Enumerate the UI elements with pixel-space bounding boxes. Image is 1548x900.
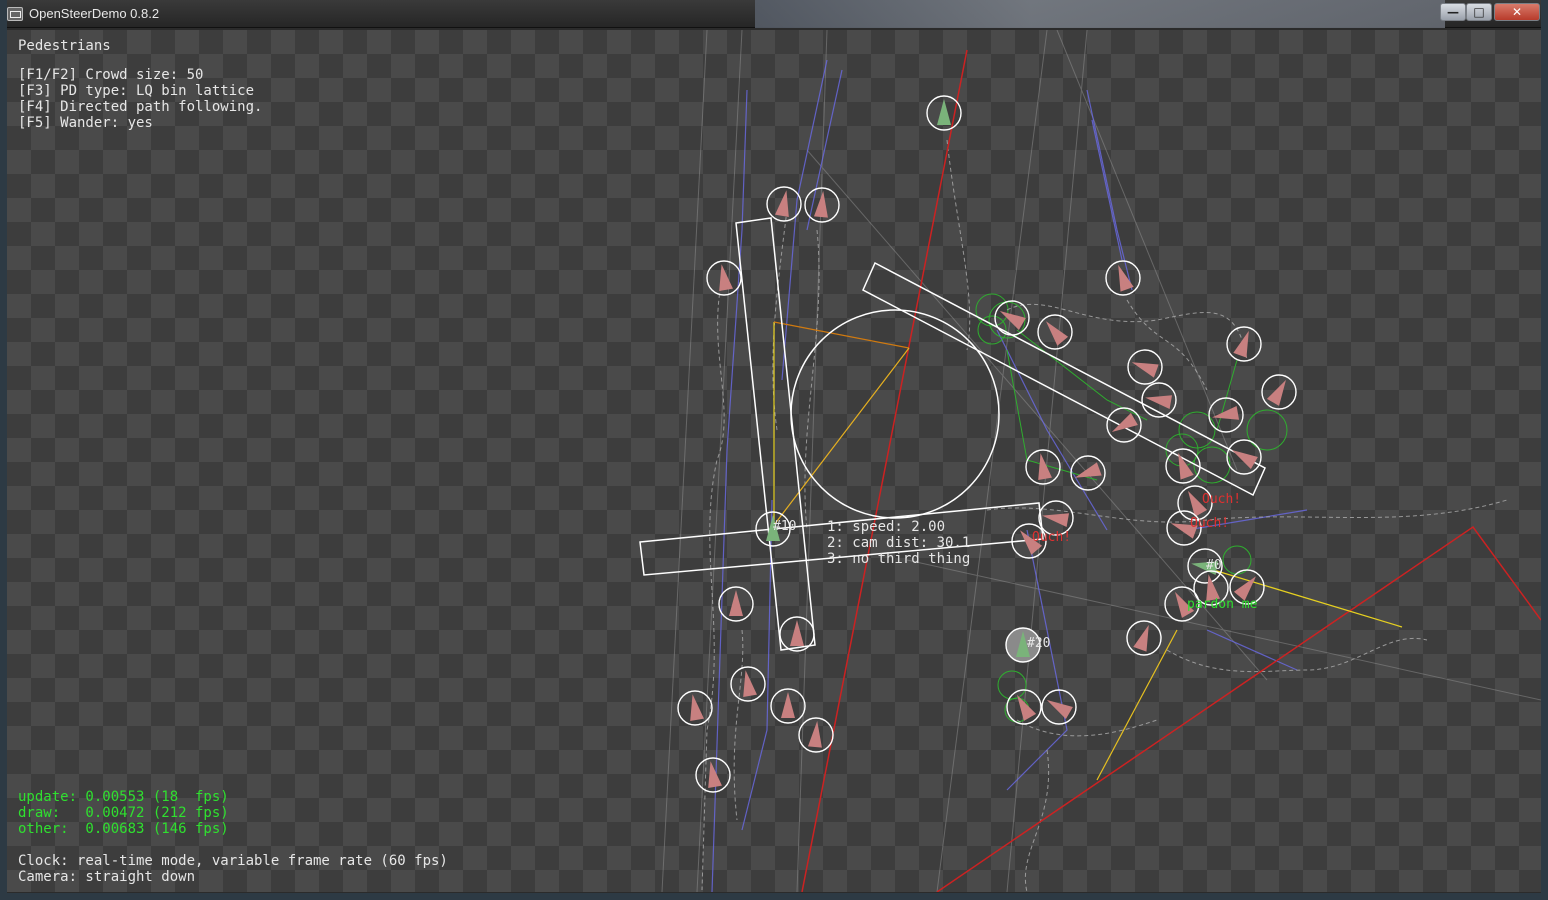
red-lines (801, 49, 1541, 892)
pedestrian-agent[interactable] (706, 260, 742, 296)
pedestrian-agent[interactable] (770, 688, 806, 724)
agent-triangle (1178, 452, 1194, 480)
app-icon (7, 7, 23, 21)
agents (677, 95, 1297, 793)
timing-other: other: 0.00683 (146 fps) (18, 821, 229, 837)
agent-triangle (813, 191, 828, 218)
agent-triangle (1231, 450, 1258, 470)
agent-triangle (775, 190, 789, 218)
pedestrian-agent[interactable] (798, 717, 834, 753)
scene-svg (639, 30, 1541, 892)
agent-triangle (1212, 406, 1240, 420)
agent-triangle (790, 620, 804, 646)
selected-third-thing: 3: no third thing (827, 551, 971, 567)
pedestrian-agent[interactable] (1165, 448, 1201, 484)
pedestrian-agent[interactable] (779, 616, 815, 652)
pedestrian-agent[interactable] (718, 586, 754, 622)
title-bar[interactable]: OpenSteerDemo 0.8.2 — □ ✕ (0, 0, 1548, 28)
clock-status: Clock: real-time mode, variable frame ra… (18, 853, 448, 869)
pedestrian-agent[interactable] (695, 757, 731, 793)
agent-triangle (937, 99, 951, 125)
pedestrian-agent[interactable] (1037, 314, 1073, 350)
pedestrian-agent[interactable] (1261, 374, 1297, 410)
pedestrian-agent[interactable] (1106, 407, 1142, 443)
pedestrian-agent[interactable] (804, 187, 840, 223)
pedestrian-agent[interactable] (1070, 455, 1106, 491)
pedestrian-agent[interactable] (1025, 449, 1061, 485)
message-ouch-2: Ouch! (1190, 516, 1230, 531)
agent-triangle (781, 692, 795, 718)
selected-cam-dist: 2: cam dist: 30.1 (827, 535, 971, 551)
agent-triangle (1266, 379, 1286, 406)
pedestrian-agent[interactable] (730, 666, 766, 702)
maximize-button[interactable]: □ (1466, 3, 1492, 21)
pedestrian-agent[interactable] (1127, 349, 1163, 385)
timing-draw: draw: 0.00472 (212 fps) (18, 805, 229, 821)
agent-triangle (807, 721, 822, 748)
agent-label-0: #0 (1206, 558, 1222, 573)
option-wander: [F5] Wander: yes (18, 115, 153, 131)
agent-triangle (1233, 330, 1249, 358)
selected-speed: 1: speed: 2.00 (827, 519, 946, 535)
agent-triangle (1131, 362, 1159, 378)
agent-triangle (690, 694, 704, 722)
agent-triangle (1118, 264, 1134, 292)
agent-triangle (729, 590, 743, 616)
message-ouch-1: Ouch! (1202, 492, 1242, 507)
pedestrian-agent[interactable] (1126, 620, 1162, 656)
selected-agent[interactable] (926, 95, 962, 131)
option-crowd-size: [F1/F2] Crowd size: 50 (18, 67, 204, 83)
message-pardon-me: pardon me (1187, 597, 1258, 612)
agent-triangle (1111, 412, 1138, 432)
path-outline (639, 217, 1266, 651)
minimize-button[interactable]: — (1440, 3, 1466, 21)
pedestrian-agent[interactable] (1041, 689, 1077, 725)
app-window: OpenSteerDemo 0.8.2 — □ ✕ Pedestrians [F… (0, 0, 1548, 900)
agent-triangle (719, 264, 733, 292)
close-button[interactable]: ✕ (1494, 3, 1540, 21)
agent-triangle (1133, 624, 1149, 652)
option-path-following: [F4] Directed path following. (18, 99, 263, 115)
agent-triangle (1046, 700, 1073, 720)
timing-update: update: 0.00553 (18 fps) (18, 789, 229, 805)
pedestrian-agent[interactable] (1006, 689, 1042, 725)
pedestrian-agent[interactable] (1226, 326, 1262, 362)
camera-status: Camera: straight down (18, 869, 196, 885)
pedestrian-agent[interactable] (766, 186, 802, 222)
window-title: OpenSteerDemo 0.8.2 (29, 6, 160, 21)
agent-label-20: #20 (1027, 636, 1051, 651)
simulation-viewport[interactable]: Pedestrians [F1/F2] Crowd size: 50 [F3] … (7, 30, 1541, 892)
pedestrian-agent[interactable] (1105, 260, 1141, 296)
agent-triangle (1017, 694, 1037, 721)
message-ouch-3: Ouch! (1032, 530, 1072, 545)
demo-name: Pedestrians (18, 38, 111, 54)
wander-trails (701, 139, 1508, 892)
background-window-glass (755, 0, 1445, 28)
agent-triangle (1074, 462, 1102, 478)
agent-triangle (1046, 321, 1069, 346)
agent-label-10: #10 (773, 519, 797, 534)
option-pd-type: [F3] PD type: LQ bin lattice (18, 83, 255, 99)
